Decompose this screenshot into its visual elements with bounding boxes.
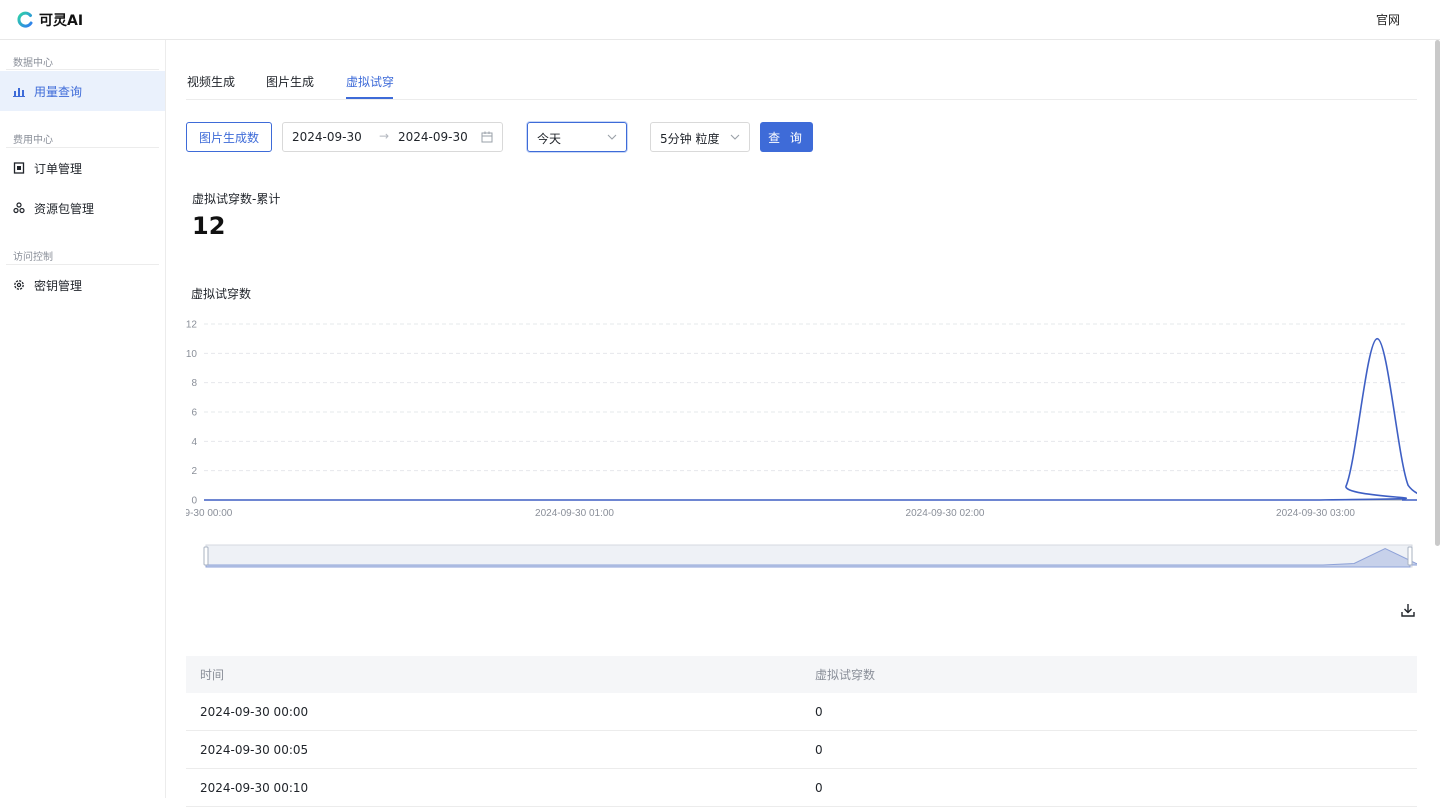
table-row: 2024-09-30 00:00 0 bbox=[186, 693, 1417, 731]
x-tick-label: 2024-09-30 01:00 bbox=[535, 508, 614, 519]
app-name: 可灵AI bbox=[39, 10, 83, 30]
table-row: 2024-09-30 00:10 0 bbox=[186, 769, 1417, 807]
sidebar-item-label: 密钥管理 bbox=[34, 277, 82, 294]
sidebar-item-usage[interactable]: 用量查询 bbox=[0, 71, 165, 111]
cell-count: 0 bbox=[801, 705, 823, 719]
x-tick-label: -09-30 00:00 bbox=[186, 508, 233, 519]
bar-chart-icon bbox=[13, 85, 25, 97]
sidebar-group-data-center: 数据中心 bbox=[13, 54, 53, 69]
cell-time: 2024-09-30 00:05 bbox=[186, 743, 801, 757]
zoom-handle-right bbox=[1408, 547, 1412, 565]
column-header-time: 时间 bbox=[186, 666, 801, 683]
page-scrollbar[interactable] bbox=[1435, 40, 1440, 546]
y-tick-label: 12 bbox=[186, 320, 197, 331]
zoom-slider-track bbox=[206, 545, 1412, 567]
x-tick-label: 2024-09-30 03:00 bbox=[1276, 508, 1355, 519]
download-icon[interactable] bbox=[1400, 602, 1416, 618]
kling-logo-icon bbox=[16, 11, 34, 29]
sidebar-item-packages[interactable]: 资源包管理 bbox=[0, 188, 165, 228]
series-line bbox=[204, 339, 1417, 500]
data-table: 时间 虚拟试穿数 2024-09-30 00:00 0 2024-09-30 0… bbox=[186, 656, 1417, 807]
sidebar-group-access: 访问控制 bbox=[13, 248, 53, 263]
sidebar-item-label: 用量查询 bbox=[34, 83, 82, 100]
y-tick-label: 2 bbox=[191, 466, 197, 477]
y-tick-label: 4 bbox=[191, 437, 197, 448]
y-tick-label: 0 bbox=[191, 496, 197, 507]
package-icon bbox=[13, 202, 25, 214]
column-header-count: 虚拟试穿数 bbox=[801, 666, 875, 683]
y-tick-label: 8 bbox=[191, 378, 197, 389]
x-tick-label: 2024-09-30 02:00 bbox=[906, 508, 985, 519]
table-row: 2024-09-30 00:05 0 bbox=[186, 731, 1417, 769]
order-icon bbox=[13, 162, 25, 174]
y-tick-label: 6 bbox=[191, 408, 197, 419]
sidebar-group-billing: 费用中心 bbox=[13, 131, 53, 146]
top-bar: 可灵AI 官网 bbox=[0, 0, 1440, 40]
zoom-handle-left bbox=[204, 547, 208, 565]
table-header: 时间 虚拟试穿数 bbox=[186, 656, 1417, 693]
line-chart: 0 2 4 6 8 10 12 -09-30 00:00 2024-09-30 01:00 202… bbox=[186, 40, 1417, 570]
app-logo[interactable]: 可灵AI bbox=[16, 10, 83, 30]
divider bbox=[6, 69, 159, 70]
y-tick-label: 10 bbox=[186, 349, 197, 360]
sidebar-item-orders[interactable]: 订单管理 bbox=[0, 148, 165, 188]
cell-count: 0 bbox=[801, 781, 823, 795]
key-gear-icon bbox=[13, 279, 25, 291]
official-site-link[interactable]: 官网 bbox=[1376, 11, 1400, 28]
sidebar-item-label: 订单管理 bbox=[34, 160, 82, 177]
cell-time: 2024-09-30 00:10 bbox=[186, 781, 801, 795]
cell-count: 0 bbox=[801, 743, 823, 757]
sidebar: 数据中心 用量查询 费用中心 订单管理 资源包管理 访问控制 密钥管理 bbox=[0, 40, 166, 798]
sidebar-item-keys[interactable]: 密钥管理 bbox=[0, 265, 165, 305]
cell-time: 2024-09-30 00:00 bbox=[186, 705, 801, 719]
sidebar-item-label: 资源包管理 bbox=[34, 200, 94, 217]
